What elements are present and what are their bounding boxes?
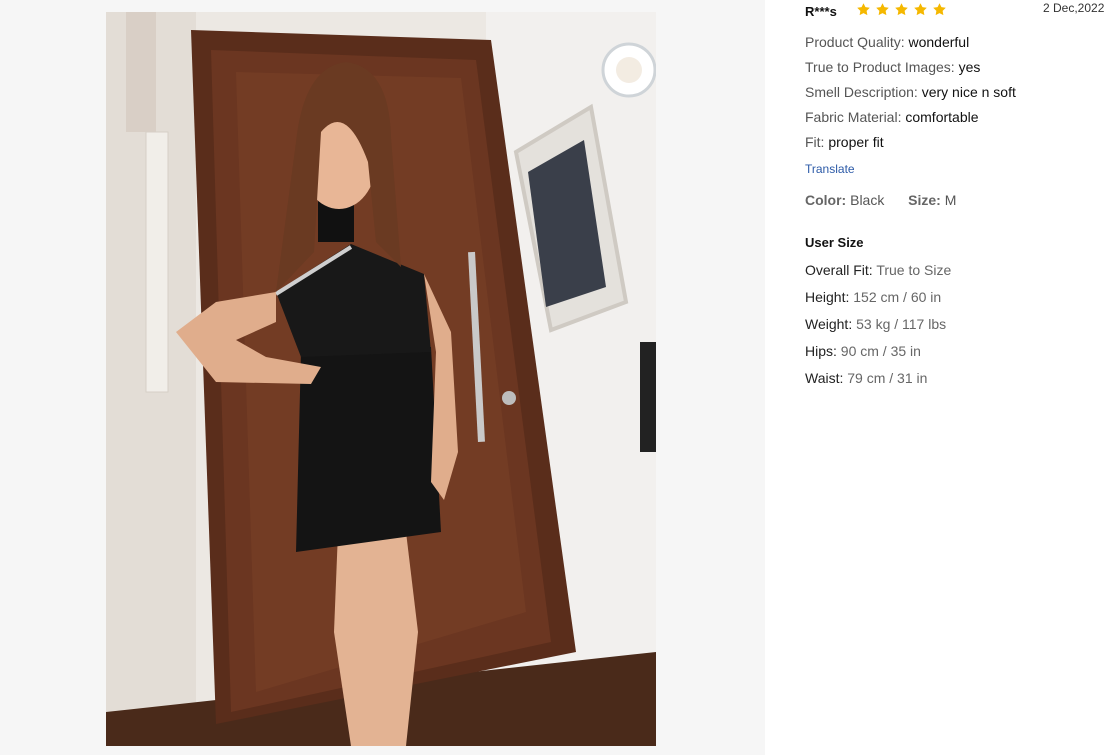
color-value: Black [850, 192, 885, 208]
color-label: Color: [805, 192, 847, 208]
attribute-label: Fabric Material: [805, 109, 902, 125]
attribute-value: yes [958, 59, 981, 75]
attribute-value: proper fit [828, 134, 884, 150]
attribute-value: very nice n soft [921, 84, 1016, 100]
review-photo[interactable] [106, 12, 656, 746]
reviewer-name: R***s [805, 4, 837, 19]
star-icon [933, 3, 946, 16]
attribute-row: True to Product Images: yes [805, 55, 1016, 80]
attribute-row: Fabric Material: comfortable [805, 105, 1016, 130]
review-date: 2 Dec,2022 [1043, 1, 1105, 15]
star-icon [914, 3, 927, 16]
user-size-label: Hips: [805, 343, 837, 359]
attribute-row: Product Quality: wonderful [805, 30, 1016, 55]
size-label: Size: [908, 192, 941, 208]
translate-link[interactable]: Translate [805, 162, 855, 176]
user-size-row: Waist: 79 cm / 31 in [805, 365, 951, 392]
review-details: R***s 2 Dec,2022 Product Quality: wonder… [805, 0, 1110, 755]
user-size-row: Overall Fit: True to Size [805, 257, 951, 284]
user-size-label: Overall Fit: [805, 262, 873, 278]
user-size-label: Weight: [805, 316, 853, 332]
user-size-value: 90 cm / 35 in [840, 343, 921, 359]
user-size-title: User Size [805, 235, 864, 250]
star-rating [856, 2, 947, 17]
user-size-value: 152 cm / 60 in [853, 289, 942, 305]
star-icon [876, 3, 889, 16]
user-size-value: 79 cm / 31 in [847, 370, 928, 386]
user-size-list: Overall Fit: True to Size Height: 152 cm… [805, 257, 951, 392]
attribute-label: Smell Description: [805, 84, 918, 100]
attribute-label: True to Product Images: [805, 59, 955, 75]
attribute-value: comfortable [905, 109, 979, 125]
star-icon [857, 3, 870, 16]
user-size-row: Height: 152 cm / 60 in [805, 284, 951, 311]
attribute-value: wonderful [908, 34, 970, 50]
review-attributes: Product Quality: wonderful True to Produ… [805, 30, 1016, 155]
attribute-row: Smell Description: very nice n soft [805, 80, 1016, 105]
attribute-row: Fit: proper fit [805, 130, 1016, 155]
user-size-label: Waist: [805, 370, 844, 386]
attribute-label: Product Quality: [805, 34, 905, 50]
photo-panel [0, 0, 765, 755]
user-size-label: Height: [805, 289, 850, 305]
purchase-specs: Color: Black Size: M [805, 192, 956, 208]
user-size-row: Weight: 53 kg / 117 lbs [805, 311, 951, 338]
attribute-label: Fit: [805, 134, 825, 150]
review-photo-image [106, 12, 656, 746]
user-size-row: Hips: 90 cm / 35 in [805, 338, 951, 365]
size-value: M [944, 192, 957, 208]
user-size-value: True to Size [876, 262, 952, 278]
user-size-value: 53 kg / 117 lbs [856, 316, 947, 332]
star-icon [895, 3, 908, 16]
